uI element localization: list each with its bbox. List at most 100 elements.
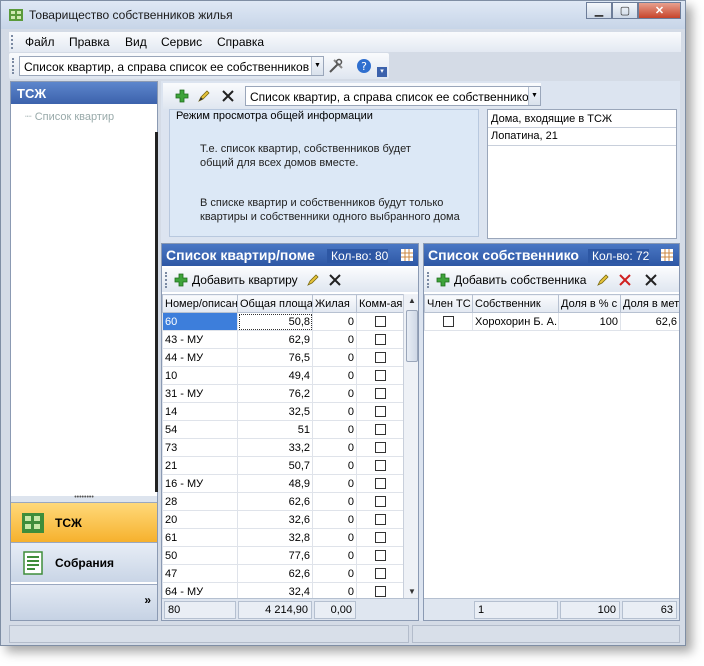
total-area-cell[interactable]: 32,5 xyxy=(237,402,313,421)
communal-checkbox[interactable] xyxy=(375,586,386,598)
number-cell[interactable]: 16 - МУ xyxy=(162,474,238,493)
living-area-cell[interactable]: 0 xyxy=(312,474,357,493)
menu-file[interactable]: Файл xyxy=(25,35,55,49)
col-share-meters[interactable]: Доля в мет xyxy=(620,294,679,313)
communal-checkbox-cell[interactable] xyxy=(356,312,405,331)
communal-checkbox[interactable] xyxy=(375,406,386,418)
total-area-cell[interactable]: 76,2 xyxy=(237,384,313,403)
table-row[interactable]: 50 77,6 0 xyxy=(162,546,405,565)
living-area-cell[interactable]: 0 xyxy=(312,384,357,403)
add-button[interactable] xyxy=(173,87,191,105)
number-cell[interactable]: 44 - МУ xyxy=(162,348,238,367)
total-area-cell[interactable]: 62,9 xyxy=(237,330,313,349)
maximize-button[interactable]: ▢ xyxy=(612,2,638,19)
col-total-area[interactable]: Общая площа xyxy=(237,294,313,313)
table-row[interactable]: 10 49,4 0 xyxy=(162,366,405,385)
delete-apartment-button[interactable] xyxy=(326,271,344,289)
share-meters-cell[interactable]: 62,6 xyxy=(620,312,679,331)
tree-item-apartments[interactable]: ┈ Список квартир xyxy=(25,110,114,123)
table-row[interactable]: 60 50,8 0 xyxy=(162,312,405,331)
communal-checkbox-cell[interactable] xyxy=(356,330,405,349)
col-member[interactable]: Член ТС xyxy=(424,294,473,313)
living-area-cell[interactable]: 0 xyxy=(312,528,357,547)
number-cell[interactable]: 21 xyxy=(162,456,238,475)
number-cell[interactable]: 60 xyxy=(162,312,238,331)
member-checkbox-cell[interactable] xyxy=(424,312,473,331)
nav-meetings-button[interactable]: Собрания xyxy=(11,542,157,582)
total-area-cell[interactable]: 50,8 xyxy=(237,312,313,331)
total-area-cell[interactable]: 62,6 xyxy=(237,492,313,511)
table-row[interactable]: 31 - МУ 76,2 0 xyxy=(162,384,405,403)
communal-checkbox[interactable] xyxy=(375,514,386,526)
communal-checkbox[interactable] xyxy=(375,478,386,490)
number-cell[interactable]: 54 xyxy=(162,420,238,439)
total-area-cell[interactable]: 32,6 xyxy=(237,510,313,529)
living-area-cell[interactable]: 0 xyxy=(312,564,357,583)
number-cell[interactable]: 31 - МУ xyxy=(162,384,238,403)
number-cell[interactable]: 50 xyxy=(162,546,238,565)
total-area-cell[interactable]: 32,8 xyxy=(237,528,313,547)
communal-checkbox-cell[interactable] xyxy=(356,402,405,421)
total-area-cell[interactable]: 33,2 xyxy=(237,438,313,457)
total-area-cell[interactable]: 49,4 xyxy=(237,366,313,385)
table-row[interactable]: 20 32,6 0 xyxy=(162,510,405,529)
total-area-cell[interactable]: 77,6 xyxy=(237,546,313,565)
total-area-cell[interactable]: 76,5 xyxy=(237,348,313,367)
table-row[interactable]: 16 - МУ 48,9 0 xyxy=(162,474,405,493)
inner-view-select[interactable]: Список квартир, а справа список ее собст… xyxy=(245,86,541,106)
remove-owner-button[interactable] xyxy=(642,271,660,289)
toolbar-overflow-icon[interactable]: ▾ xyxy=(377,67,387,77)
communal-checkbox[interactable] xyxy=(375,568,386,580)
communal-checkbox-cell[interactable] xyxy=(356,528,405,547)
number-cell[interactable]: 61 xyxy=(162,528,238,547)
communal-checkbox[interactable] xyxy=(375,532,386,544)
table-row[interactable]: 28 62,6 0 xyxy=(162,492,405,511)
living-area-cell[interactable]: 0 xyxy=(312,312,357,331)
edit-apartment-button[interactable] xyxy=(304,271,322,289)
nav-tsj-button[interactable]: ТСЖ xyxy=(11,502,157,542)
col-living-area[interactable]: Жилая xyxy=(312,294,357,313)
communal-checkbox-cell[interactable] xyxy=(356,348,405,367)
owner-name-cell[interactable]: Хорохорин Б. А. xyxy=(472,312,559,331)
number-cell[interactable]: 10 xyxy=(162,366,238,385)
close-button[interactable]: ✕ xyxy=(638,2,681,19)
living-area-cell[interactable]: 0 xyxy=(312,420,357,439)
edit-button[interactable] xyxy=(195,87,213,105)
col-number[interactable]: Номер/описан xyxy=(162,294,238,313)
living-area-cell[interactable]: 0 xyxy=(312,348,357,367)
communal-checkbox-cell[interactable] xyxy=(356,492,405,511)
menu-help[interactable]: Справка xyxy=(217,35,264,49)
communal-checkbox-cell[interactable] xyxy=(356,564,405,583)
table-row[interactable]: 54 51 0 xyxy=(162,420,405,439)
living-area-cell[interactable]: 0 xyxy=(312,330,357,349)
communal-checkbox[interactable] xyxy=(375,352,386,364)
menu-view[interactable]: Вид xyxy=(125,35,147,49)
total-area-cell[interactable]: 51 xyxy=(237,420,313,439)
communal-checkbox[interactable] xyxy=(375,370,386,382)
col-share-percent[interactable]: Доля в % с xyxy=(558,294,621,313)
table-row[interactable]: 73 33,2 0 xyxy=(162,438,405,457)
apartments-scrollbar[interactable]: ▲ ▼ xyxy=(403,294,418,598)
scroll-thumb[interactable] xyxy=(406,310,418,362)
communal-checkbox-cell[interactable] xyxy=(356,366,405,385)
communal-checkbox-cell[interactable] xyxy=(356,474,405,493)
number-cell[interactable]: 43 - МУ xyxy=(162,330,238,349)
minimize-button[interactable]: ▁ xyxy=(586,2,612,19)
delete-owner-button[interactable] xyxy=(616,271,634,289)
house-row[interactable]: Лопатина, 21 xyxy=(488,128,676,146)
communal-checkbox[interactable] xyxy=(375,316,386,328)
communal-checkbox[interactable] xyxy=(375,460,386,472)
number-cell[interactable]: 28 xyxy=(162,492,238,511)
table-row[interactable]: 61 32,8 0 xyxy=(162,528,405,547)
table-row[interactable]: 14 32,5 0 xyxy=(162,402,405,421)
communal-checkbox[interactable] xyxy=(375,550,386,562)
living-area-cell[interactable]: 0 xyxy=(312,510,357,529)
communal-checkbox-cell[interactable] xyxy=(356,438,405,457)
number-cell[interactable]: 47 xyxy=(162,564,238,583)
communal-checkbox[interactable] xyxy=(375,442,386,454)
member-checkbox[interactable] xyxy=(443,316,454,328)
communal-checkbox[interactable] xyxy=(375,496,386,508)
number-cell[interactable]: 20 xyxy=(162,510,238,529)
add-apartment-button[interactable]: Добавить квартиру xyxy=(174,271,298,289)
total-area-cell[interactable]: 48,9 xyxy=(237,474,313,493)
